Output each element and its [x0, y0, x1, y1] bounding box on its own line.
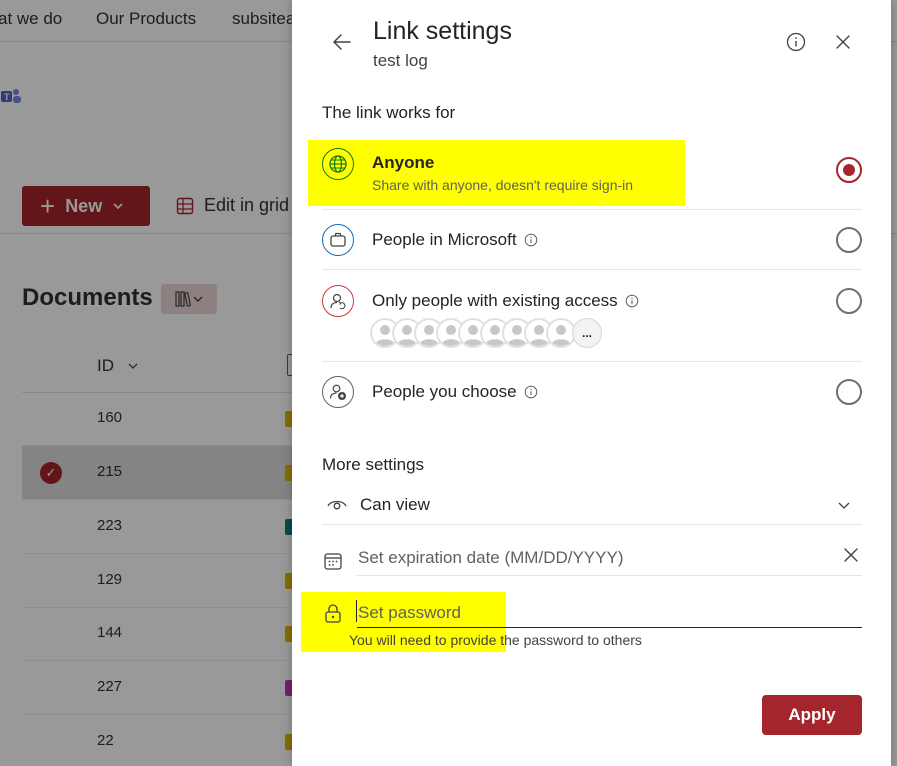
link-settings-panel: Link settings test log The link works fo…: [292, 0, 891, 766]
close-icon[interactable]: [842, 546, 860, 564]
option-anyone-label: Anyone: [372, 153, 435, 172]
radio-anyone[interactable]: [836, 157, 862, 183]
lock-icon: [325, 604, 341, 623]
person-add-icon: [322, 376, 354, 408]
info-icon[interactable]: [524, 385, 538, 399]
text-cursor: [356, 600, 357, 622]
expiration-date-placeholder: Set expiration date (MM/DD/YYYY): [358, 548, 624, 567]
briefcase-icon: [322, 224, 354, 256]
panel-subtitle: test log: [373, 51, 428, 70]
option-anyone-description: Share with anyone, doesn't require sign-…: [372, 177, 634, 193]
chevron-down-icon[interactable]: [836, 497, 852, 513]
option-people-in-microsoft[interactable]: People in Microsoft: [322, 210, 862, 270]
option-anyone[interactable]: Anyone Share with anyone, doesn't requir…: [322, 140, 862, 210]
password-helper-text: You will need to provide the password to…: [349, 632, 642, 648]
radio-people-in-microsoft[interactable]: [836, 227, 862, 253]
option-people-you-choose-label: People you choose: [372, 382, 538, 402]
option-existing-access[interactable]: Only people with existing access: [322, 270, 862, 362]
radio-existing-access[interactable]: [836, 288, 862, 314]
permission-dropdown[interactable]: Can view: [322, 485, 862, 525]
apply-button[interactable]: Apply: [762, 695, 862, 735]
link-works-for-heading: The link works for: [322, 103, 456, 122]
option-people-you-choose[interactable]: People you choose: [322, 362, 862, 422]
info-icon[interactable]: [524, 233, 538, 247]
panel-title: Link settings: [373, 17, 512, 45]
eye-icon: [327, 500, 347, 510]
more-settings-heading: More settings: [322, 455, 425, 474]
radio-people-you-choose[interactable]: [836, 379, 862, 405]
option-existing-access-label: Only people with existing access: [372, 291, 639, 311]
info-icon[interactable]: [625, 294, 639, 308]
info-icon[interactable]: [785, 31, 807, 53]
person-refresh-icon: [322, 285, 354, 317]
calendar-icon[interactable]: [322, 550, 344, 572]
option-people-in-microsoft-label: People in Microsoft: [372, 230, 538, 250]
permission-value: Can view: [360, 495, 430, 514]
expiration-date-input[interactable]: Set expiration date (MM/DD/YYYY): [357, 538, 862, 576]
back-arrow-icon[interactable]: [330, 30, 354, 54]
close-icon[interactable]: [832, 31, 854, 53]
globe-icon: [322, 148, 354, 180]
more-avatars-button[interactable]: ...: [572, 318, 602, 348]
expiration-date-row: Set expiration date (MM/DD/YYYY): [322, 538, 862, 576]
password-input[interactable]: [357, 598, 862, 628]
